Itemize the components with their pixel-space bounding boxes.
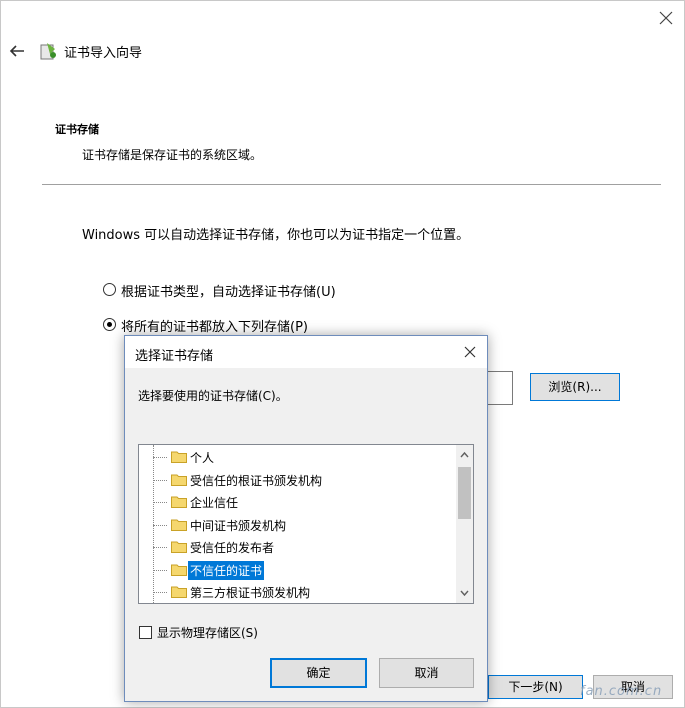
folder-icon [171,496,187,508]
ok-button[interactable]: 确定 [270,658,367,688]
tree-item-label: 中间证书颁发机构 [190,518,287,533]
close-icon[interactable] [654,6,678,30]
tree-connector [153,502,167,503]
watermark: fan.com.cn [580,684,663,699]
folder-icon [171,564,187,576]
dialog-prompt: 选择要使用的证书存储(C)。 [138,389,288,403]
tree-item-label: 不信任的证书 [188,560,265,580]
next-button[interactable]: 下一步(N) [488,675,583,699]
back-arrow-icon[interactable] [6,40,28,62]
radio-auto-select[interactable] [103,283,116,296]
tree-item-label: 个人 [190,451,215,465]
dialog-cancel-button[interactable]: 取消 [379,658,474,688]
tree-connector [153,457,167,458]
store-tree[interactable]: 个人受信任的根证书颁发机构 企业信任中间证书颁发机构 受信任的发布者不信任的证书第三… [138,444,474,604]
tree-item-label: 受信任的发布者 [190,541,275,555]
divider [42,184,661,185]
show-physical-label[interactable]: 显示物理存储区(S) [157,624,258,641]
tree-connector [153,524,167,526]
tree-scrollbar[interactable] [456,445,473,603]
tree-item-label: 企业信任 [190,496,239,510]
certificate-wizard-icon [40,43,56,60]
folder-icon [171,474,187,486]
intro-text: Windows 可以自动选择证书存储，你也可以为证书指定一个位置。 [82,228,470,243]
dialog-title: 选择证书存储 [135,349,214,364]
scroll-thumb[interactable] [458,467,471,519]
tree-item-store[interactable]: 第三方根证书颁发机构 [139,581,459,603]
tree-item-store[interactable]: 不信任的证书 [139,559,459,581]
tree-item-label: 第三方根证书颁发机构 [190,586,311,600]
tree-connector [153,547,167,548]
tree-item-store[interactable]: 企业信任 [139,491,459,513]
store-path-field[interactable] [486,371,513,405]
radio-manual-store-label[interactable]: 将所有的证书都放入下列存储(P) [121,316,308,335]
radio-auto-select-label[interactable]: 根据证书类型，自动选择证书存储(U) [121,281,336,300]
wizard-title: 证书导入向导 [64,46,143,61]
scroll-down-icon[interactable] [456,585,473,601]
folder-icon [171,586,187,598]
tree-item-store[interactable]: 受信任的发布者 [139,536,459,558]
select-store-dialog: 选择证书存储 选择要使用的证书存储(C)。 个人受信任的根证书颁发机构 企业信任中… [124,335,488,702]
tree-item-label: 受信任的根证书颁发机构 [190,473,323,488]
scroll-up-icon[interactable] [456,447,473,463]
tree-connector [153,569,167,571]
section-description: 证书存储是保存证书的系统区域。 [82,148,263,162]
show-physical-checkbox[interactable] [139,626,152,639]
dialog-close-icon[interactable] [461,343,479,361]
tree-item-store[interactable]: 受信任的根证书颁发机构 [139,469,459,491]
tree-item-store[interactable]: 中间证书颁发机构 [139,514,459,536]
folder-icon [171,451,187,463]
tree-connector [153,592,167,593]
browse-button[interactable]: 浏览(R)... [530,373,620,401]
radio-manual-store[interactable] [103,318,116,331]
folder-icon [171,541,187,553]
tree-connector [153,479,167,481]
folder-icon [171,519,187,531]
tree-item-store[interactable]: 个人 [139,446,459,468]
section-title: 证书存储 [55,123,99,136]
